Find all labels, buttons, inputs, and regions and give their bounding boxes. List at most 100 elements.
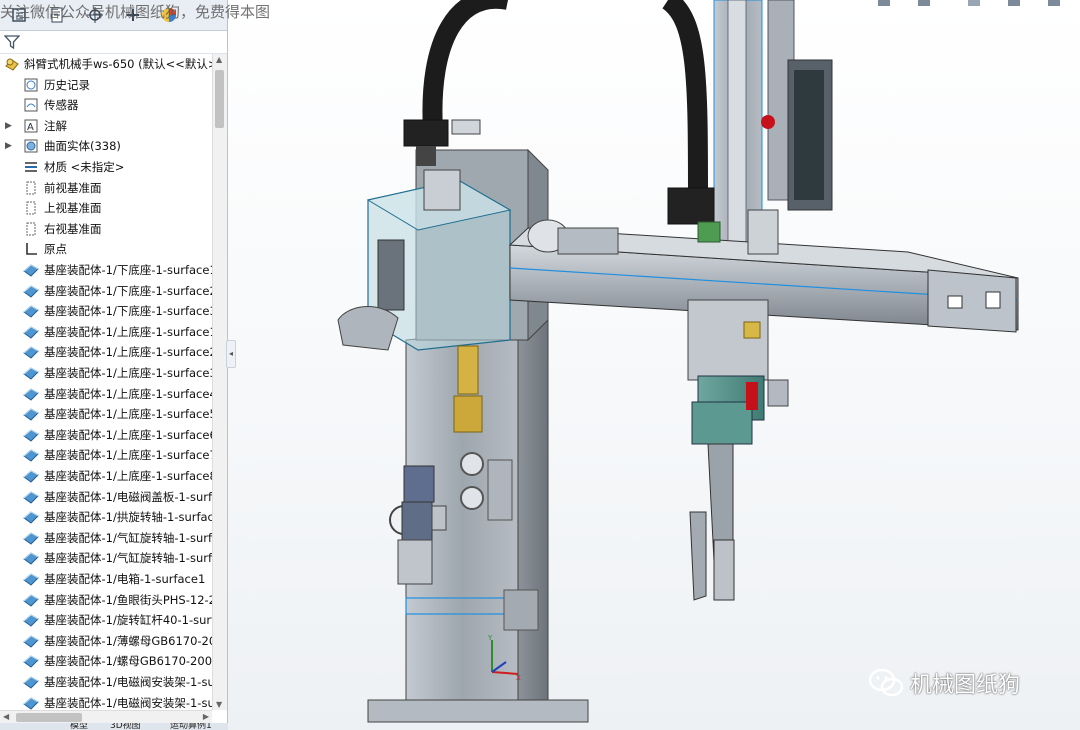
surface-feature-icon [23,655,39,669]
material-icon [25,162,37,172]
expand-arrow-icon[interactable]: ▶ [5,116,13,136]
surface-feature-icon [23,387,39,401]
tree-item[interactable]: 基座装配体-1/电箱-1-surface1 [0,569,212,589]
tree-item[interactable]: 基座装配体-1/上底座-1-surface5 [0,404,212,424]
svg-text:X: X [516,674,521,682]
tree-item[interactable]: 基座装配体-1/电磁阀安装架-1-su [0,672,212,692]
graphics-viewport[interactable]: Y X [228,0,1080,730]
watermark-brand-text: 机械图纸狗 [910,673,1021,698]
tree-item-label: 基座装配体-1/下底座-1-surface2 [44,283,212,298]
tree-item[interactable]: 基座装配体-1/拱旋转轴-1-surfac [0,507,212,527]
tree-item[interactable]: 基座装配体-1/电磁阀安装架-1-su [0,693,212,710]
tree-item-label: 上视基准面 [44,201,102,216]
tree-item-label: 基座装配体-1/气缸旋转轴-1-surf [44,530,212,545]
tree-item-label: 基座装配体-1/电磁阀盖板-1-surfa [44,489,212,504]
tree-item[interactable]: 基座装配体-1/螺母GB6170-2000 [0,651,212,671]
bottom-tab-bar: 模型 3D视图 运动算例1 [0,723,260,730]
tree-item[interactable]: 基座装配体-1/电磁阀盖板-1-surfa [0,487,212,507]
tree-item-label: 基座装配体-1/上底座-1-surface1 [44,324,212,339]
surface-feature-icon [23,346,39,360]
surface-feature-icon [23,490,39,504]
scroll-right-arrow-icon[interactable]: ▶ [203,712,209,721]
surface-feature-icon [23,511,39,524]
tree-item-label: 基座装配体-1/鱼眼街头PHS-12-2 [44,592,212,607]
tree-horizontal-scrollbar[interactable]: ◀ ▶ [0,710,212,724]
assembly-icon [5,58,19,71]
scroll-down-arrow-icon[interactable]: ▼ [216,700,222,709]
tree-item[interactable]: 上视基准面 [0,198,212,218]
tree-item[interactable]: ▶ A 注解 [0,116,212,136]
tree-item[interactable]: 基座装配体-1/上底座-1-surface7 [0,445,212,465]
tree-root-label: 斜臂式机械手ws-650 (默认<<默认>_显示 [24,57,212,71]
surface-feature-icon [23,305,39,318]
tree-item[interactable]: 基座装配体-1/下底座-1-surface3 [0,301,212,321]
svg-text:Y: Y [487,634,493,642]
tree-item-label: 基座装配体-1/薄螺母GB6170-20 [44,633,212,648]
tab-motion-study[interactable]: 运动算例1 [170,723,212,730]
tree-item[interactable]: 基座装配体-1/上底座-1-surface4 [0,384,212,404]
tree-item[interactable]: 基座装配体-1/薄螺母GB6170-20 [0,631,212,651]
tree-item[interactable]: 基座装配体-1/上底座-1-surface3 [0,363,212,383]
tree-item-label: 基座装配体-1/电磁阀安装架-1-su [44,675,212,689]
expand-arrow-icon[interactable]: ▶ [5,136,13,156]
tree-item-label: 曲面实体(338) [44,139,121,154]
air-hose-left [422,0,508,131]
tree-item[interactable]: 基座装配体-1/上底座-1-surface8 [0,466,212,486]
tree-item[interactable]: 基座装配体-1/气缸旋转轴-1-surf [0,548,212,568]
tree-item[interactable]: 右视基准面 [0,219,212,239]
tree-item[interactable]: 基座装配体-1/上底座-1-surface1 [0,322,212,342]
tree-item-label: 基座装配体-1/电磁阀安装架-1-su [44,695,212,710]
surface-feature-icon [23,532,39,545]
tree-item[interactable]: 基座装配体-1/气缸旋转轴-1-surf [0,528,212,548]
filter-icon[interactable] [4,34,20,50]
origin-icon [26,243,37,256]
tree-item[interactable]: 基座装配体-1/上底座-1-surface6 [0,425,212,445]
tree-item-label: 前视基准面 [44,180,102,195]
tab-model[interactable]: 模型 [70,723,88,730]
tree-item[interactable]: 基座装配体-1/鱼眼街头PHS-12-2 [0,590,212,610]
tree-item-label: 基座装配体-1/拱旋转轴-1-surfac [44,510,212,525]
tree-item[interactable]: 历史记录 [0,75,212,95]
surface-feature-icon [23,593,39,607]
surface-feature-icon [23,284,39,298]
tree-item-label: 基座装配体-1/旋转缸杆40-1-surf [44,613,212,628]
horizontal-scroll-thumb[interactable] [16,713,82,722]
tree-item[interactable]: 基座装配体-1/上底座-1-surface2 [0,342,212,362]
tree-vertical-scrollbar[interactable]: ▲ ▼ [212,54,227,710]
tree-item[interactable]: 基座装配体-1/下底座-1-surface2 [0,281,212,301]
surface-feature-icon [23,573,39,586]
surface-feature-icon [23,635,39,648]
tree-item[interactable]: 原点 [0,239,212,259]
surface-feature-icon [23,326,39,339]
panel-collapse-handle[interactable]: ◂ [226,340,236,368]
tree-item[interactable]: 基座装配体-1/下底座-1-surface1 [0,260,212,280]
filter-row [0,31,227,54]
tree-root-assembly[interactable]: 斜臂式机械手ws-650 (默认<<默认>_显示 [0,54,212,74]
annotation-icon: A [24,119,38,133]
surface-feature-icon [23,264,39,277]
tree-item[interactable]: ▶ 曲面实体(338) [0,136,212,156]
tree-item[interactable]: 材质 <未指定> [0,157,212,177]
vertical-scroll-thumb[interactable] [215,70,224,128]
tree-item[interactable]: 基座装配体-1/旋转缸杆40-1-surf [0,610,212,630]
tree-item[interactable]: 前视基准面 [0,178,212,198]
tree-item[interactable]: 传感器 [0,95,212,115]
plane-icon [26,201,36,215]
surface-feature-icon [23,676,39,689]
reference-triad: Y X [487,634,521,682]
tree-item-label: 基座装配体-1/下底座-1-surface3 [44,304,212,319]
surface-feature-icon [23,449,39,463]
robot-arm-model[interactable] [228,0,1080,730]
tree-item-label: 基座装配体-1/上底座-1-surface4 [44,386,212,401]
tree-item-label: 基座装配体-1/上底座-1-surface6 [44,427,212,442]
scroll-left-arrow-icon[interactable]: ◀ [3,712,9,721]
scroll-up-arrow-icon[interactable]: ▲ [216,55,222,64]
surface-feature-icon [23,470,39,483]
tree-item-label: 基座装配体-1/上底座-1-surface3 [44,366,212,380]
feature-tree: 斜臂式机械手ws-650 (默认<<默认>_显示 历史记录传感器 ▶ A 注解 ▶ 曲面实… [0,54,212,710]
tree-item-label: 传感器 [44,98,79,113]
tab-3d-views[interactable]: 3D视图 [110,723,141,730]
tree-item-label: 注解 [44,118,67,133]
air-hose-right [661,0,708,201]
svg-text:A: A [27,122,34,133]
